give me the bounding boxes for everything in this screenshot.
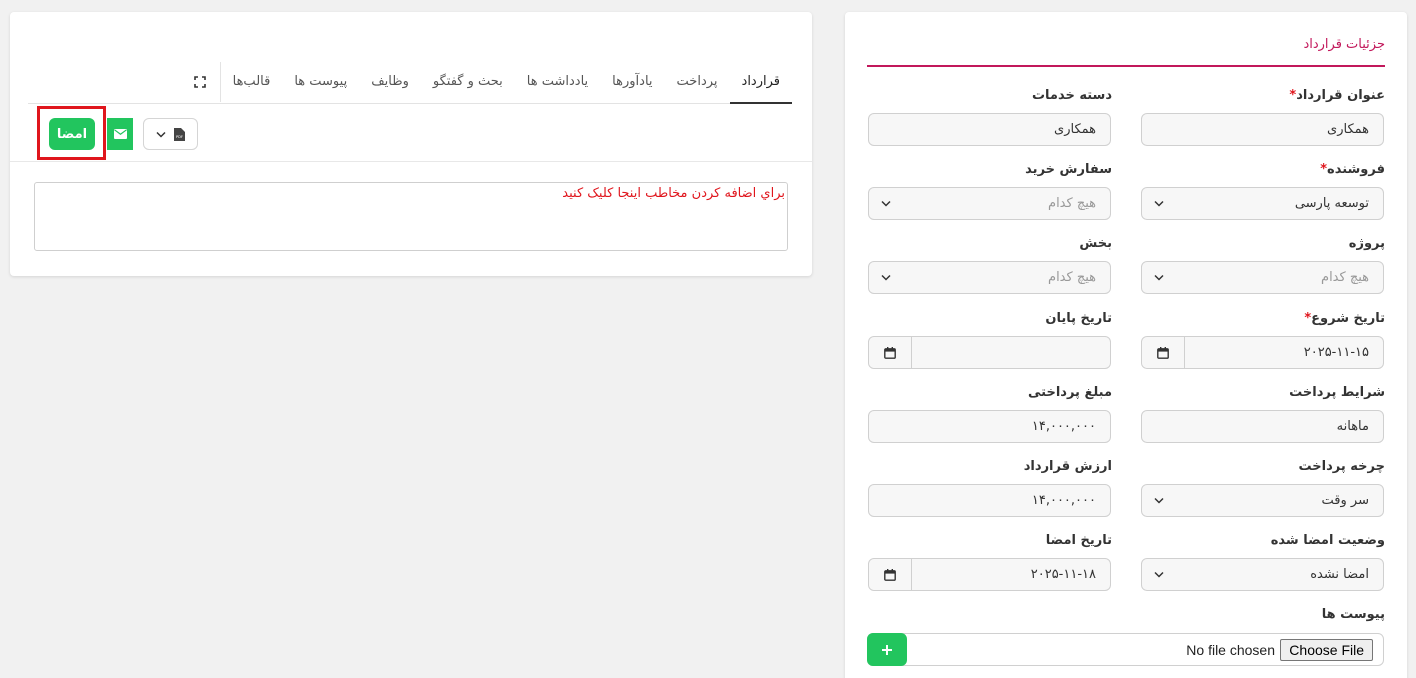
department-label: بخش [1079,236,1112,251]
sign-status-select[interactable]: امضا نشده [1141,558,1384,591]
payment-amount-label: مبلغ پرداختی [1028,385,1112,400]
payment-cycle-select[interactable]: سر وقت [1141,484,1384,517]
calendar-icon[interactable] [869,337,912,368]
end-date-field[interactable] [868,336,1111,369]
svg-text:PDF: PDF [176,135,183,139]
start-date-field[interactable]: ۲۰۲۵-۱۱-۱۵ [1141,336,1384,369]
seller-select[interactable]: توسعه پارسی [1141,187,1384,220]
toolbar-divider [10,161,812,162]
seller-label: فروشنده* [1320,162,1385,177]
add-attachment-button[interactable] [867,633,907,666]
tab-separator [219,61,221,102]
contract-title-field[interactable]: همکاری [1141,113,1384,146]
sign-date-field[interactable]: ۲۰۲۵-۱۱-۱۸ [868,558,1111,591]
service-category-field[interactable]: همکاری [868,113,1111,146]
sign-date-label: تاریخ امضا [1045,533,1112,548]
payment-terms-field[interactable]: ماهانه [1141,410,1384,443]
service-category-label: دسته خدمات [1031,88,1112,103]
end-date-label: تاریخ پایان [1045,311,1112,326]
payment-amount-field[interactable]: ۱۴,۰۰۰,۰۰۰ [868,410,1111,443]
details-title: جزئیات قرارداد [1303,37,1385,52]
add-contact-area[interactable]: براي اضافه کردن مخاطب اينجا کليک کنيد [34,182,788,251]
chevron-down-icon [1154,200,1164,207]
contract-title-label: عنوان قرارداد* [1289,88,1385,103]
tab-discussion[interactable]: بحث و گفتگو [421,60,515,104]
purchase-order-select[interactable]: هیچ کدام [868,187,1111,220]
chevron-down-icon [1154,274,1164,281]
tab-tasks[interactable]: وظایف [359,60,421,104]
sign-button[interactable]: امضا [49,118,95,150]
contract-value-field[interactable]: ۱۴,۰۰۰,۰۰۰ [868,484,1111,517]
tab-reminders[interactable]: یادآورها [600,60,664,104]
pdf-file-icon: PDF [174,127,185,141]
contract-tabs-panel: قرارداد پرداخت یادآورها یادداشت ها بحث و… [10,12,812,276]
tab-contract[interactable]: قرارداد [729,60,792,104]
no-file-text: No file chosen [1186,642,1275,658]
contract-details-panel: جزئیات قرارداد عنوان قرارداد* همکاری دست… [845,12,1407,678]
calendar-icon[interactable] [1142,337,1185,368]
tab-bar: قرارداد پرداخت یادآورها یادداشت ها بحث و… [28,60,792,104]
contract-value-label: ارزش قرارداد [1023,459,1112,474]
chevron-down-icon [156,131,166,138]
purchase-order-label: سفارش خرید [1025,162,1112,177]
tab-templates[interactable]: قالب‌ها [221,60,283,104]
sign-status-label: وضعیت امضا شده [1270,533,1385,548]
chevron-down-icon [1154,571,1164,578]
chevron-down-icon [881,274,891,281]
envelope-icon [113,129,127,139]
attachments-label: پیوست ها [1321,607,1385,622]
pdf-dropdown-button[interactable]: PDF [143,118,198,150]
payment-cycle-label: چرخه پرداخت [1298,459,1385,474]
department-select[interactable]: هیچ کدام [868,261,1111,294]
calendar-icon[interactable] [869,559,912,590]
chevron-down-icon [881,200,891,207]
chevron-down-icon [1154,497,1164,504]
project-select[interactable]: هیچ کدام [1141,261,1384,294]
tab-notes[interactable]: یادداشت ها [515,60,600,104]
send-email-button[interactable] [107,118,133,150]
plus-icon [882,644,892,655]
title-underline [867,65,1385,67]
choose-file-button[interactable]: Choose File [1280,639,1373,661]
file-upload-row: No file chosen Choose File [867,633,1384,666]
fullscreen-icon[interactable] [180,60,220,104]
tab-attachments[interactable]: پیوست ها [282,60,359,104]
payment-terms-label: شرایط پرداخت [1289,385,1385,400]
tab-payment[interactable]: پرداخت [665,60,730,104]
project-label: پروژه [1348,236,1385,251]
start-date-label: تاریخ شروع* [1304,311,1385,326]
